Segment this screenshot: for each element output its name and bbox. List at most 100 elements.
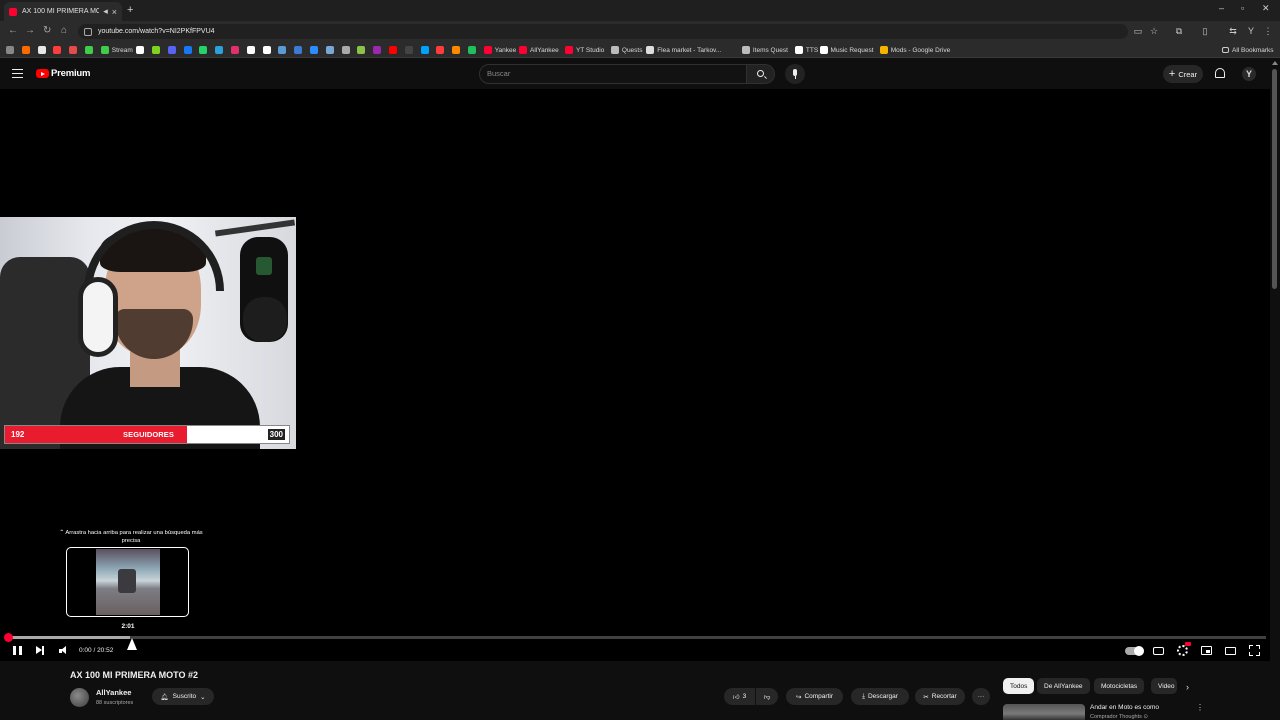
chip-from-channel[interactable]: De AllYankee <box>1037 678 1090 694</box>
extensions-icon[interactable]: ⧉ <box>1174 26 1184 36</box>
bookmark-icon-26[interactable] <box>436 45 447 55</box>
bookmark-icon-16[interactable] <box>278 45 289 55</box>
bookmark-icon-7[interactable] <box>136 45 147 55</box>
bookmark-icon-24[interactable] <box>404 45 416 55</box>
account-avatar[interactable]: Y <box>1242 67 1256 81</box>
back-icon[interactable]: ← <box>8 25 18 36</box>
more-actions-button[interactable]: ··· <box>972 688 990 705</box>
subtitles-icon[interactable] <box>1153 647 1164 655</box>
close-window-icon[interactable]: ✕ <box>1262 3 1270 14</box>
bookmark-icon-25[interactable] <box>420 45 432 55</box>
bookmark-icon-0[interactable] <box>6 45 17 55</box>
next-icon[interactable] <box>36 646 45 655</box>
bookmark-tts[interactable]: TTS <box>794 45 818 55</box>
tab-search-icon[interactable]: ⇆ <box>1228 26 1238 36</box>
recommendation-thumbnail[interactable] <box>1003 704 1085 720</box>
bookmark-star-icon[interactable]: ☆ <box>1149 26 1159 36</box>
progress-bar[interactable] <box>3 633 1266 642</box>
bookmark-items-quest[interactable]: Items Quest <box>741 45 788 55</box>
bookmark-yt-studio[interactable]: YT Studio <box>564 45 604 55</box>
bookmark-icon-19[interactable] <box>325 45 337 55</box>
channel-avatar[interactable] <box>70 688 89 707</box>
browser-menu-icon[interactable]: ⋮ <box>1263 26 1273 36</box>
bookmark-icon-12[interactable] <box>215 45 226 55</box>
mouse-cursor-icon <box>127 638 137 650</box>
pause-icon[interactable] <box>13 646 22 655</box>
download-button[interactable]: ⤓ Descargar <box>851 688 909 705</box>
notifications-icon[interactable] <box>1215 68 1225 78</box>
scrollbar-thumb[interactable] <box>1272 69 1277 289</box>
bookmark-icon-17[interactable] <box>294 45 305 55</box>
bookmark-icon-13[interactable] <box>230 45 242 55</box>
bookmark-icon-4[interactable] <box>69 45 80 55</box>
bookmark-icon-28[interactable] <box>467 45 479 55</box>
reload-icon[interactable]: ↻ <box>43 25 51 36</box>
bookmark-allyankee[interactable]: AllYankee <box>519 45 559 55</box>
bookmark-icon-8[interactable] <box>151 45 163 55</box>
settings-gear-icon[interactable] <box>1177 645 1188 656</box>
close-tab-icon[interactable]: × <box>112 7 117 17</box>
chevron-right-icon[interactable]: › <box>1186 682 1189 692</box>
bookmark-icon-15[interactable] <box>262 45 274 55</box>
fullscreen-icon[interactable] <box>1249 645 1260 656</box>
share-button[interactable]: ↪ Compartir <box>786 688 843 705</box>
bookmark-icon-10[interactable] <box>183 45 195 55</box>
channel-name[interactable]: AllYankee <box>96 688 131 697</box>
minimize-icon[interactable]: – <box>1219 3 1224 13</box>
bookmark-icon-9[interactable] <box>167 45 179 55</box>
video-player[interactable]: 192 SEGUIDORES 300 ⌃ Arrastra hacia arri… <box>0 89 1270 661</box>
search-input[interactable]: Buscar <box>479 64 747 84</box>
sidepanel-icon[interactable]: ▯ <box>1200 26 1210 36</box>
bookmark-icon-20[interactable] <box>341 45 353 55</box>
like-button[interactable]: 👍︎ 3 <box>724 688 755 705</box>
clip-button[interactable]: ✂ Recortar <box>915 688 965 705</box>
miniplayer-icon[interactable] <box>1201 646 1212 655</box>
chip-all[interactable]: Todos <box>1003 678 1035 694</box>
bookmark-favicon-icon <box>53 46 62 54</box>
all-bookmarks[interactable]: All Bookmarks <box>1222 45 1274 55</box>
bookmark-icon-22[interactable] <box>373 45 384 55</box>
bookmark-icon-3[interactable] <box>53 45 64 55</box>
bookmark-music-request[interactable]: Music Request <box>819 45 874 55</box>
chip-motorcycles[interactable]: Motocicletas <box>1094 678 1145 694</box>
volume-icon[interactable] <box>59 646 68 655</box>
site-info-icon[interactable] <box>84 27 92 36</box>
bookmark-icon-1[interactable] <box>21 45 33 55</box>
bookmark-mods-google-drive[interactable]: Mods - Google Drive <box>879 45 950 55</box>
bookmark-quests[interactable]: Quests <box>610 45 642 55</box>
search-button[interactable] <box>747 64 775 84</box>
bookmark-icon-21[interactable] <box>357 45 368 55</box>
bookmark-yankee[interactable]: Yankee <box>483 45 516 55</box>
bookmark-flea-market-tarkov[interactable]: Flea market - Tarkov... <box>646 45 721 55</box>
forward-icon[interactable]: → <box>25 25 35 36</box>
recommendation-menu-icon[interactable]: ⋮ <box>1196 703 1204 712</box>
page-scrollbar[interactable] <box>1270 59 1280 720</box>
bookmark-icon-2[interactable] <box>37 45 49 55</box>
profile-icon[interactable]: Y <box>1246 26 1256 36</box>
maximize-icon[interactable]: ▫ <box>1241 3 1244 13</box>
scroll-up-icon[interactable] <box>1272 61 1278 65</box>
bookmark-icon-14[interactable] <box>246 45 258 55</box>
menu-icon[interactable] <box>12 69 23 78</box>
bookmark-icon-23[interactable] <box>388 45 400 55</box>
address-bar[interactable]: youtube.com/watch?v=NI2PKfFPVU4 <box>78 24 1128 39</box>
autoplay-toggle[interactable] <box>1125 646 1144 656</box>
bookmark-icon-5[interactable] <box>85 45 96 55</box>
bookmark-icon-27[interactable] <box>452 45 463 55</box>
new-tab-button[interactable]: + <box>127 4 133 16</box>
chip-video[interactable]: Video <box>1151 678 1177 694</box>
bookmark-stream[interactable]: Stream <box>100 45 133 55</box>
theater-mode-icon[interactable] <box>1225 647 1236 655</box>
subscribed-button[interactable]: 🔔︎ Suscrito ⌄ <box>152 688 214 705</box>
cast-icon[interactable]: ▭ <box>1133 26 1143 36</box>
dislike-button[interactable]: 👎︎ <box>756 688 778 705</box>
bookmark-icon-18[interactable] <box>309 45 321 55</box>
create-button[interactable]: + Crear <box>1163 65 1203 83</box>
scrubber-handle[interactable] <box>3 633 13 642</box>
voice-search-icon[interactable] <box>785 64 805 84</box>
home-icon[interactable]: ⌂ <box>61 25 67 36</box>
youtube-logo[interactable]: Premium <box>36 68 90 79</box>
recommendation-title[interactable]: Andar en Moto es como <box>1090 704 1159 711</box>
browser-tab[interactable]: AX 100 MI PRIMERA MOTO ◂ × <box>4 2 122 21</box>
bookmark-icon-11[interactable] <box>199 45 210 55</box>
